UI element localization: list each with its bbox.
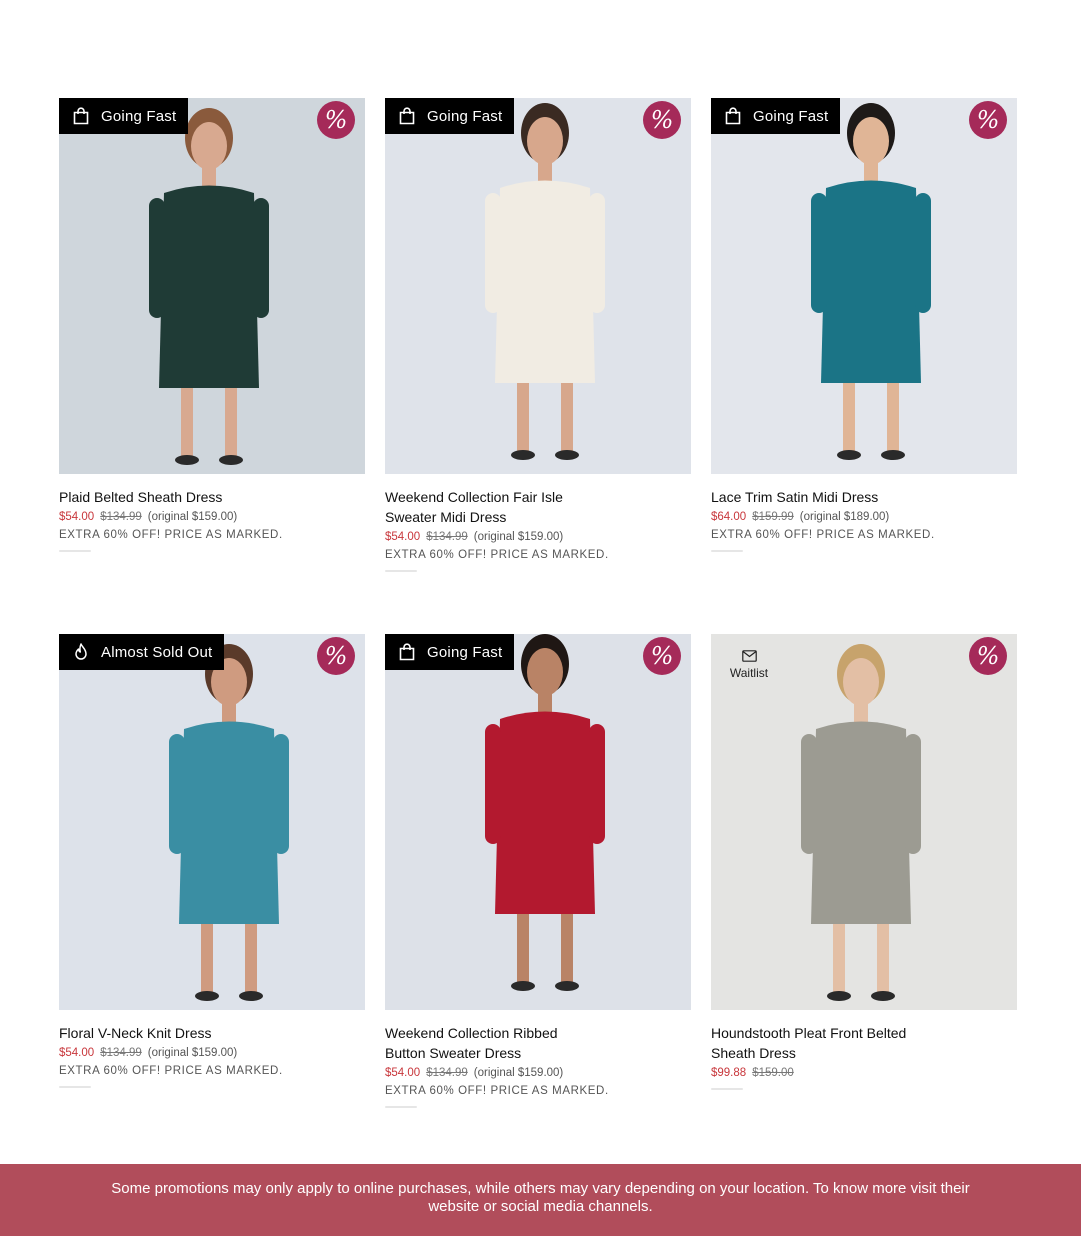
product-grid: Going Fast% Plaid Belted Sheath Dress $54.…: [59, 98, 1017, 1170]
promo-percent-icon[interactable]: %: [643, 101, 681, 139]
product-image-box[interactable]: Almost Sold Out%: [59, 634, 365, 1010]
original-price: (original $159.00): [147, 511, 238, 523]
list-price: $134.99: [426, 1067, 468, 1079]
original-price: (original $189.00): [799, 511, 890, 523]
list-price: $134.99: [426, 531, 468, 543]
product-prices: $64.00 $159.99 (original $189.00): [711, 509, 1017, 525]
product-name[interactable]: Lace Trim Satin Midi Dress: [711, 487, 1017, 507]
list-price: $134.99: [100, 1047, 142, 1059]
product-image-box[interactable]: Waitlist%: [711, 634, 1017, 1010]
sale-price: $54.00: [385, 1067, 421, 1079]
promo-message: EXTRA 60% OFF! PRICE AS MARKED.: [385, 1085, 609, 1097]
product-image[interactable]: [711, 98, 1017, 474]
stock-badge-label: Almost Sold Out: [101, 643, 213, 661]
product-prices: $99.88 $159.00: [711, 1065, 1017, 1081]
sale-price: $54.00: [59, 1047, 95, 1059]
stock-badge[interactable]: Almost Sold Out: [59, 634, 225, 670]
product-prices: $54.00 $134.99 (original $159.00): [385, 1065, 691, 1081]
stock-badge[interactable]: Going Fast: [385, 98, 515, 134]
product-name[interactable]: Floral V-Neck Knit Dress: [59, 1023, 365, 1043]
color-swatch[interactable]: [711, 550, 743, 552]
product-card[interactable]: Going Fast% Plaid Belted Sheath Dress $54.…: [59, 98, 365, 634]
product-prices: $54.00 $134.99 (original $159.00): [385, 529, 691, 545]
promo-percent-icon[interactable]: %: [643, 637, 681, 675]
promo-message: EXTRA 60% OFF! PRICE AS MARKED.: [711, 529, 935, 541]
shopping-bag-icon: [73, 107, 89, 125]
list-price: $159.99: [752, 511, 794, 523]
product-name[interactable]: Weekend Collection Ribbed Button Sweater…: [385, 1023, 585, 1063]
original-price: (original $159.00): [473, 531, 564, 543]
product-image[interactable]: [59, 634, 365, 1010]
product-card[interactable]: Almost Sold Out% Floral V-Neck Knit Dress…: [59, 634, 365, 1170]
promotion-notice-banner: Some promotions may only apply to online…: [0, 1164, 1081, 1236]
list-price: $134.99: [100, 511, 142, 523]
shopping-bag-icon: [399, 107, 415, 125]
stock-badge[interactable]: Going Fast: [59, 98, 189, 134]
product-image-box[interactable]: Going Fast%: [385, 98, 691, 474]
product-name[interactable]: Houndstooth Pleat Front Belted Sheath Dr…: [711, 1023, 911, 1063]
original-price: (original $159.00): [147, 1047, 238, 1059]
promo-percent-icon[interactable]: %: [317, 101, 355, 139]
sale-price: $64.00: [711, 511, 747, 523]
product-card[interactable]: Going Fast% Weekend Collection Fair Isle …: [385, 98, 691, 634]
promo-percent-icon[interactable]: %: [317, 637, 355, 675]
product-card[interactable]: Going Fast% Lace Trim Satin Midi Dress $64…: [711, 98, 1017, 634]
list-price: $159.00: [752, 1067, 794, 1079]
color-swatch[interactable]: [385, 1106, 417, 1108]
sale-price: $99.88: [711, 1067, 747, 1079]
promo-message: EXTRA 60% OFF! PRICE AS MARKED.: [59, 529, 283, 541]
stock-badge-label: Going Fast: [101, 107, 177, 125]
stock-badge[interactable]: Going Fast: [385, 634, 515, 670]
product-image-box[interactable]: Going Fast%: [711, 98, 1017, 474]
color-swatch[interactable]: [385, 570, 417, 572]
sale-price: $54.00: [59, 511, 95, 523]
product-prices: $54.00 $134.99 (original $159.00): [59, 1045, 365, 1061]
shopping-bag-icon: [399, 643, 415, 661]
product-name[interactable]: Weekend Collection Fair Isle Sweater Mid…: [385, 487, 585, 527]
stock-badge-label: Going Fast: [427, 643, 503, 661]
product-row: Almost Sold Out% Floral V-Neck Knit Dress…: [59, 634, 1017, 1170]
sale-price: $54.00: [385, 531, 421, 543]
mail-icon: [741, 650, 757, 662]
stock-badge-label: Going Fast: [753, 107, 829, 125]
product-image[interactable]: [385, 634, 691, 1010]
product-card[interactable]: Waitlist% Houndstooth Pleat Front Belted …: [711, 634, 1017, 1170]
flame-icon: [75, 643, 87, 660]
product-name[interactable]: Plaid Belted Sheath Dress: [59, 487, 365, 507]
product-image[interactable]: [385, 98, 691, 474]
promo-message: EXTRA 60% OFF! PRICE AS MARKED.: [59, 1065, 283, 1077]
product-row: Going Fast% Plaid Belted Sheath Dress $54.…: [59, 98, 1017, 634]
promo-message: EXTRA 60% OFF! PRICE AS MARKED.: [385, 549, 609, 561]
shopping-bag-icon: [725, 107, 741, 125]
promo-percent-icon[interactable]: %: [969, 637, 1007, 675]
color-swatch[interactable]: [59, 550, 91, 552]
product-image[interactable]: [59, 98, 365, 474]
product-image-box[interactable]: Going Fast%: [385, 634, 691, 1010]
promo-percent-icon[interactable]: %: [969, 101, 1007, 139]
waitlist-button[interactable]: Waitlist: [725, 650, 773, 680]
product-image-box[interactable]: Going Fast%: [59, 98, 365, 474]
product-card[interactable]: Going Fast% Weekend Collection Ribbed But…: [385, 634, 691, 1170]
promotion-notice-text: Some promotions may only apply to online…: [111, 1180, 970, 1215]
product-image[interactable]: [711, 634, 1017, 1010]
original-price: (original $159.00): [473, 1067, 564, 1079]
stock-badge-label: Going Fast: [427, 107, 503, 125]
waitlist-label: Waitlist: [729, 666, 769, 680]
color-swatch[interactable]: [711, 1088, 743, 1090]
color-swatch[interactable]: [59, 1086, 91, 1088]
product-prices: $54.00 $134.99 (original $159.00): [59, 509, 365, 525]
stock-badge[interactable]: Going Fast: [711, 98, 841, 134]
